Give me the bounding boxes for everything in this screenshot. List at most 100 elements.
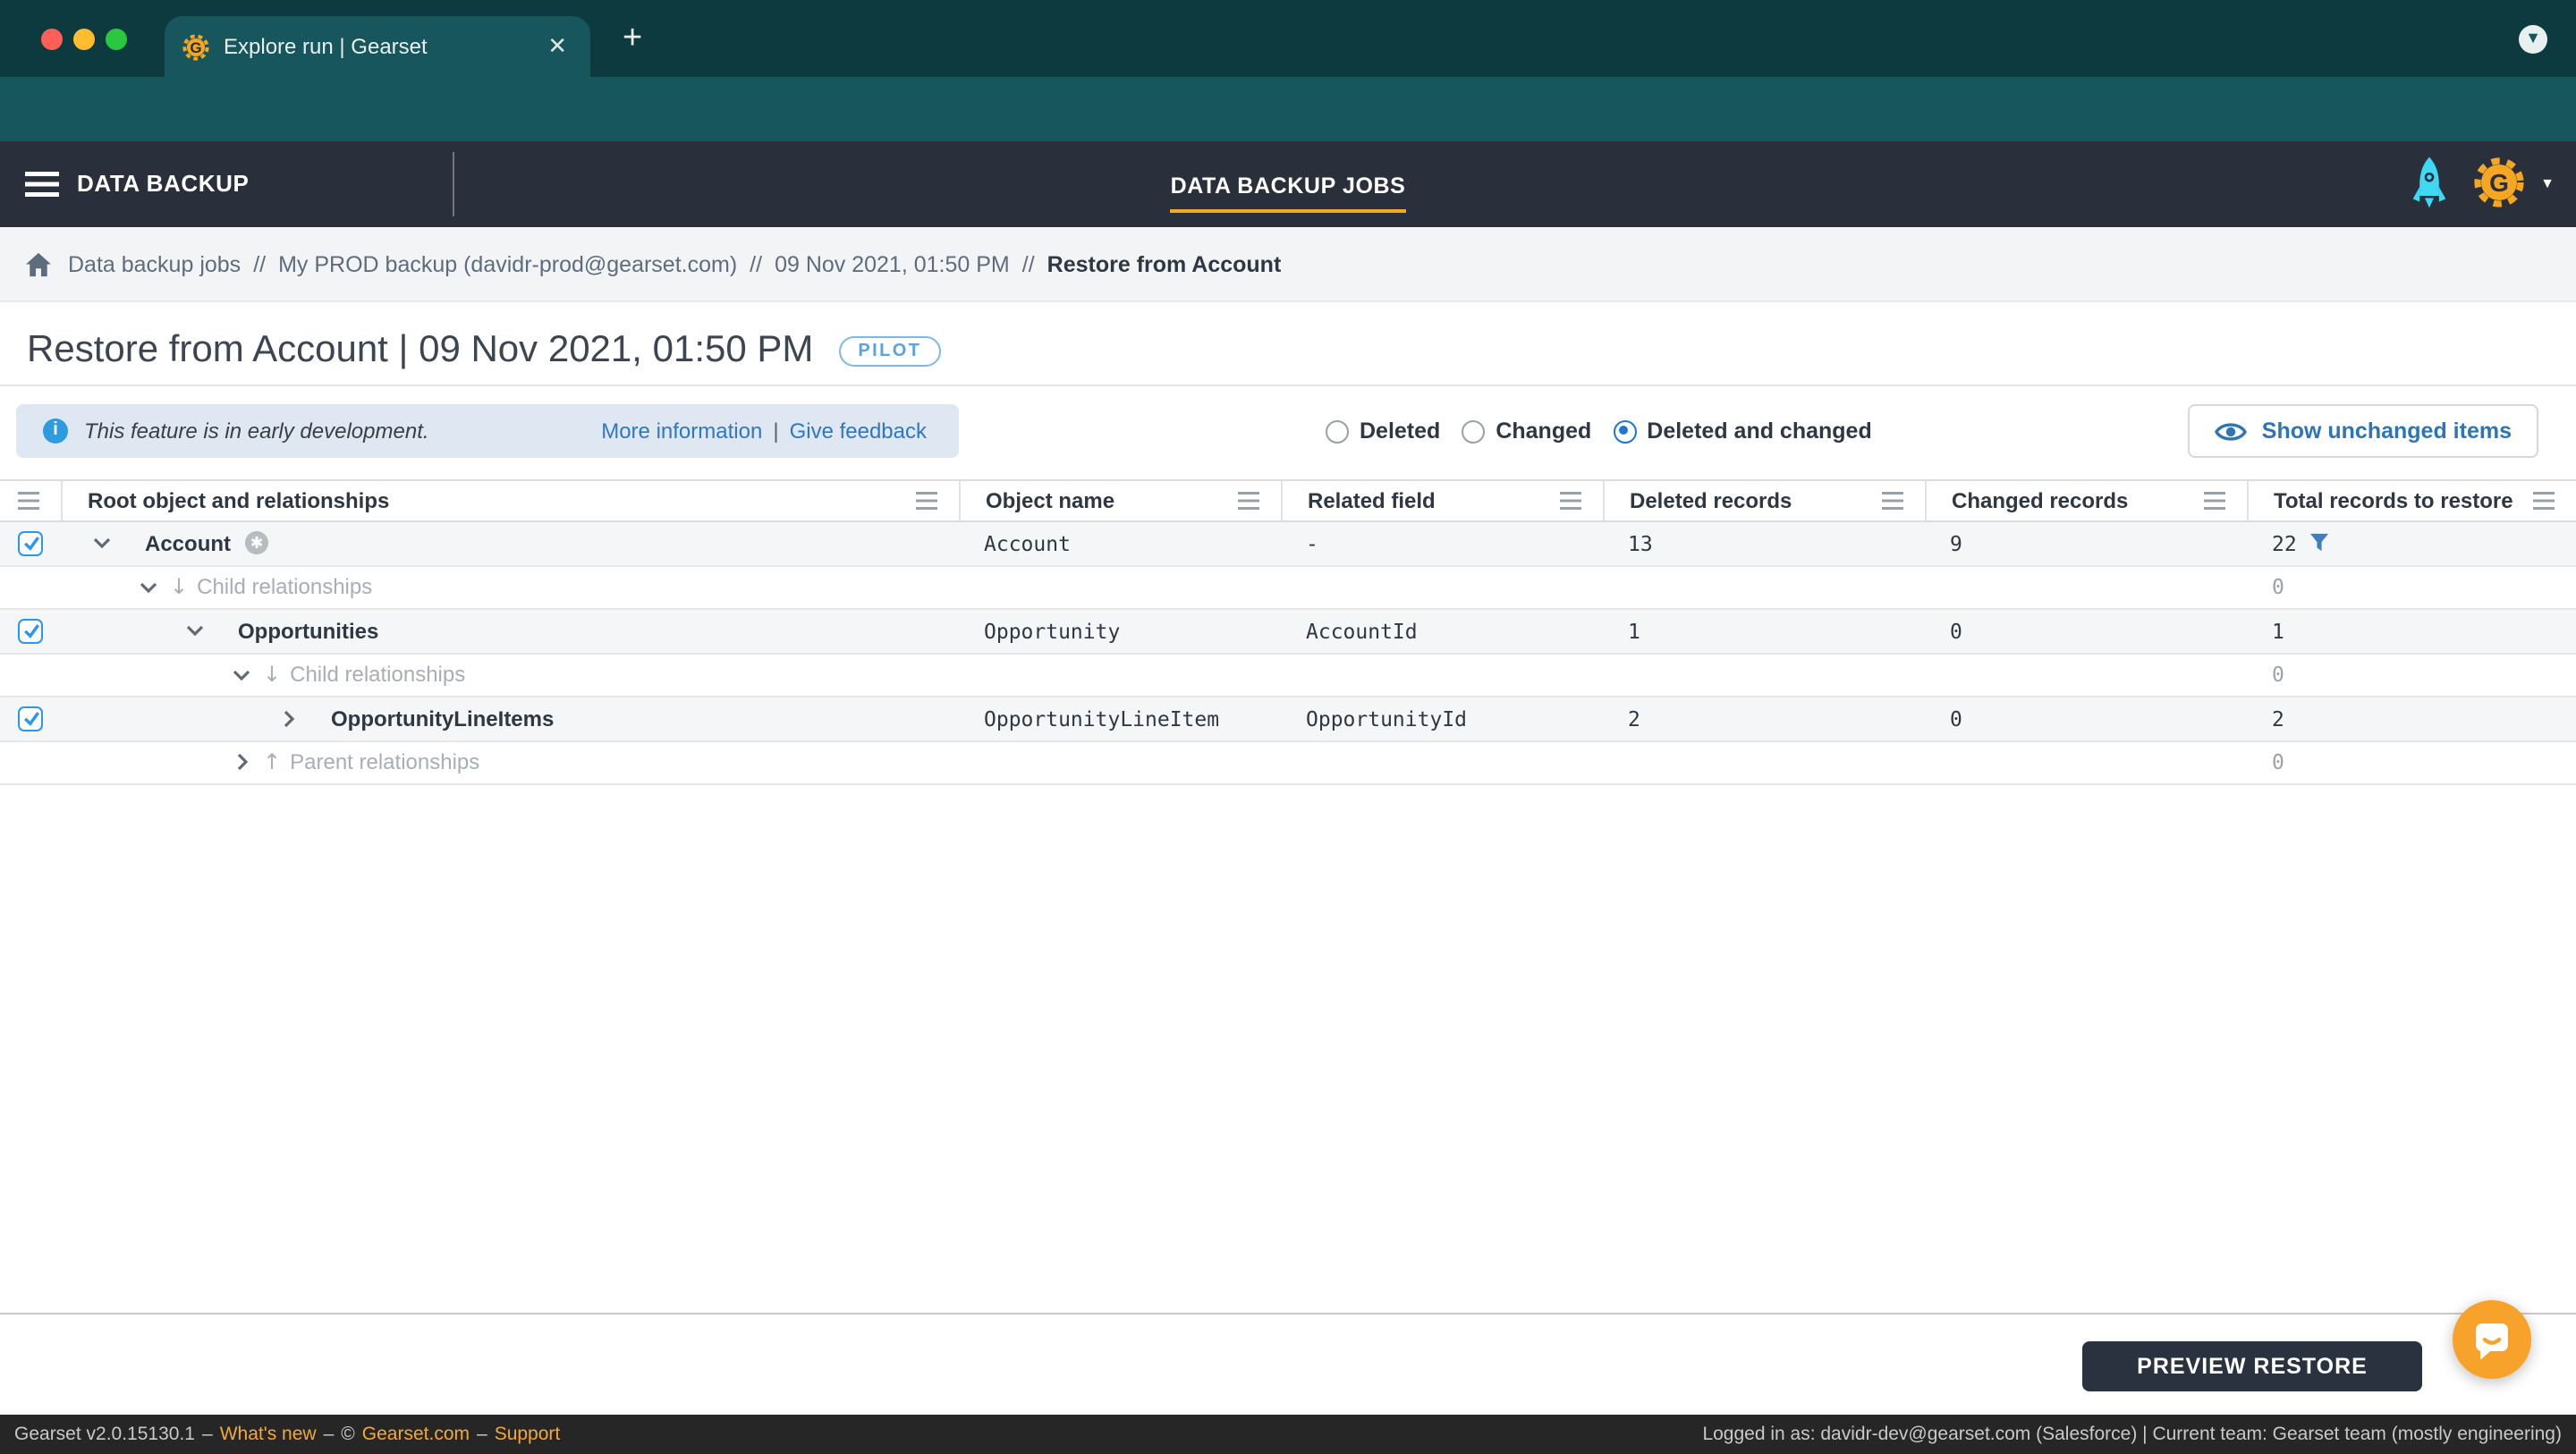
column-menu-icon[interactable] — [1882, 492, 1903, 510]
chevron-down-icon[interactable] — [233, 666, 250, 684]
footer-divider — [0, 1313, 2576, 1315]
deleted-records-cell: 2 — [1603, 697, 1925, 740]
show-unchanged-items-button[interactable]: Show unchanged items — [2188, 404, 2538, 458]
status-sep: – — [477, 1424, 487, 1445]
macos-minimize-button[interactable] — [73, 29, 95, 50]
chevron-down-icon[interactable] — [140, 579, 157, 596]
chevron-right-icon[interactable] — [233, 754, 250, 772]
give-feedback-link[interactable]: Give feedback — [790, 418, 927, 444]
radio-unselected-icon[interactable] — [1326, 419, 1349, 443]
total-records-cell: 0 — [2247, 566, 2576, 608]
object-label[interactable]: Opportunities — [238, 619, 378, 644]
new-tab-button[interactable]: + — [623, 21, 642, 55]
cell-value: - — [1306, 530, 1318, 556]
filter-icon[interactable] — [2309, 534, 2329, 554]
chevron-down-icon[interactable] — [93, 535, 111, 553]
svg-text:G: G — [2489, 169, 2509, 197]
row-checkbox[interactable] — [18, 530, 43, 556]
screen: G Explore run | Gearset ✕ + ▼ app.gearse… — [0, 0, 2576, 1454]
column-header-2: Object name — [959, 481, 1281, 520]
chat-widget-button[interactable] — [2453, 1300, 2531, 1379]
eye-icon — [2215, 419, 2248, 443]
total-records-cell: 0 — [2247, 654, 2576, 696]
radio-unselected-icon[interactable] — [1462, 419, 1486, 443]
object-label[interactable]: Account — [145, 531, 231, 556]
tab-search-icon[interactable]: ▼ — [2519, 25, 2547, 54]
breadcrumb-item[interactable]: 09 Nov 2021, 01:50 PM — [775, 251, 1010, 276]
object-name-cell — [959, 741, 1281, 783]
row-checkbox[interactable] — [18, 618, 43, 644]
related-field-cell — [1281, 654, 1603, 696]
macos-close-button[interactable] — [41, 29, 63, 50]
column-header-label: Object name — [986, 488, 1115, 513]
svg-text:G: G — [190, 38, 201, 55]
home-icon[interactable] — [25, 251, 52, 276]
tab-title: Explore run | Gearset — [224, 34, 428, 59]
chevron-down-icon[interactable] — [186, 622, 204, 640]
breadcrumb-item: Restore from Account — [1046, 251, 1282, 276]
status-sep: – — [323, 1424, 335, 1445]
radio-label: Changed — [1496, 418, 1592, 444]
column-menu-icon[interactable] — [916, 492, 937, 510]
relationship-label[interactable]: Child relationships — [290, 663, 465, 688]
related-field-cell — [1281, 566, 1603, 608]
total-records-cell: 22 — [2247, 522, 2576, 564]
cell-value: Account — [984, 530, 1071, 556]
object-name-cell: Account — [959, 522, 1281, 564]
column-menu-icon[interactable] — [2533, 492, 2555, 510]
more-information-link[interactable]: More information — [601, 418, 762, 444]
breadcrumb-separator: // — [750, 251, 763, 276]
breadcrumb-item[interactable]: My PROD backup (davidr-prod@gearset.com) — [278, 251, 737, 276]
column-menu-icon[interactable] — [2204, 492, 2225, 510]
table-row: ↓ Child relationships 0 — [0, 566, 2576, 610]
relationship-label[interactable]: Parent relationships — [290, 750, 479, 775]
column-menu-icon[interactable] — [1238, 492, 1259, 510]
svg-text:✱: ✱ — [250, 535, 263, 553]
object-label[interactable]: OpportunityLineItems — [331, 706, 554, 731]
chevron-right-icon[interactable] — [279, 710, 297, 728]
cell-value: 13 — [1628, 530, 1653, 556]
account-gear-avatar[interactable]: G — [2472, 156, 2526, 209]
cell-value: AccountId — [1306, 618, 1418, 644]
account-menu-caret-icon[interactable]: ▼ — [2540, 174, 2555, 190]
cell-value: 1 — [1628, 618, 1640, 644]
column-menu-icon[interactable] — [18, 492, 39, 510]
nav-data-backup-jobs[interactable]: DATA BACKUP JOBS — [1170, 173, 1406, 213]
deleted-records-cell — [1603, 654, 1925, 696]
cell-value: OpportunityLineItem — [984, 706, 1220, 731]
column-menu-icon[interactable] — [1560, 492, 1581, 510]
macos-fullscreen-button[interactable] — [106, 29, 127, 50]
row-select-cell — [0, 741, 61, 783]
radio-selected-icon[interactable] — [1613, 419, 1637, 443]
relationship-label[interactable]: Child relationships — [197, 575, 372, 600]
browser-tabstrip: G Explore run | Gearset ✕ + ▼ — [0, 0, 2576, 77]
object-name-cell — [959, 566, 1281, 608]
radio-option-deleted[interactable]: Deleted — [1326, 418, 1440, 444]
preview-restore-button[interactable]: PREVIEW RESTORE — [2082, 1341, 2422, 1391]
object-name-cell: OpportunityLineItem — [959, 697, 1281, 740]
deleted-records-cell: 13 — [1603, 522, 1925, 564]
row-select-cell — [0, 654, 61, 696]
app-version: Gearset v2.0.15130.1 — [14, 1424, 195, 1445]
browser-tab[interactable]: G Explore run | Gearset ✕ — [165, 16, 590, 77]
tab-close-icon[interactable]: ✕ — [542, 32, 572, 61]
rocket-icon[interactable] — [2411, 156, 2447, 209]
related-field-cell: AccountId — [1281, 610, 1603, 652]
table-row: ↓ Child relationships 0 — [0, 654, 2576, 697]
object-settings-icon[interactable]: ✱ — [245, 531, 268, 555]
row-checkbox[interactable] — [18, 706, 43, 731]
support-link[interactable]: Support — [495, 1424, 561, 1445]
cell-value: 2 — [1628, 706, 1640, 731]
gearset-site-link[interactable]: Gearset.com — [362, 1424, 470, 1445]
table-header-menu — [0, 481, 61, 520]
radio-option-deleted-and-changed[interactable]: Deleted and changed — [1613, 418, 1872, 444]
row-select-cell — [0, 522, 61, 564]
breadcrumb-item[interactable]: Data backup jobs — [68, 251, 241, 276]
info-icon: i — [43, 418, 68, 444]
restore-table: Root object and relationships Object name… — [0, 479, 2576, 785]
deleted-records-cell — [1603, 566, 1925, 608]
radio-option-changed[interactable]: Changed — [1462, 418, 1591, 444]
cell-value: 22 — [2272, 530, 2297, 556]
whats-new-link[interactable]: What's new — [220, 1424, 317, 1445]
changed-records-cell — [1925, 566, 2247, 608]
